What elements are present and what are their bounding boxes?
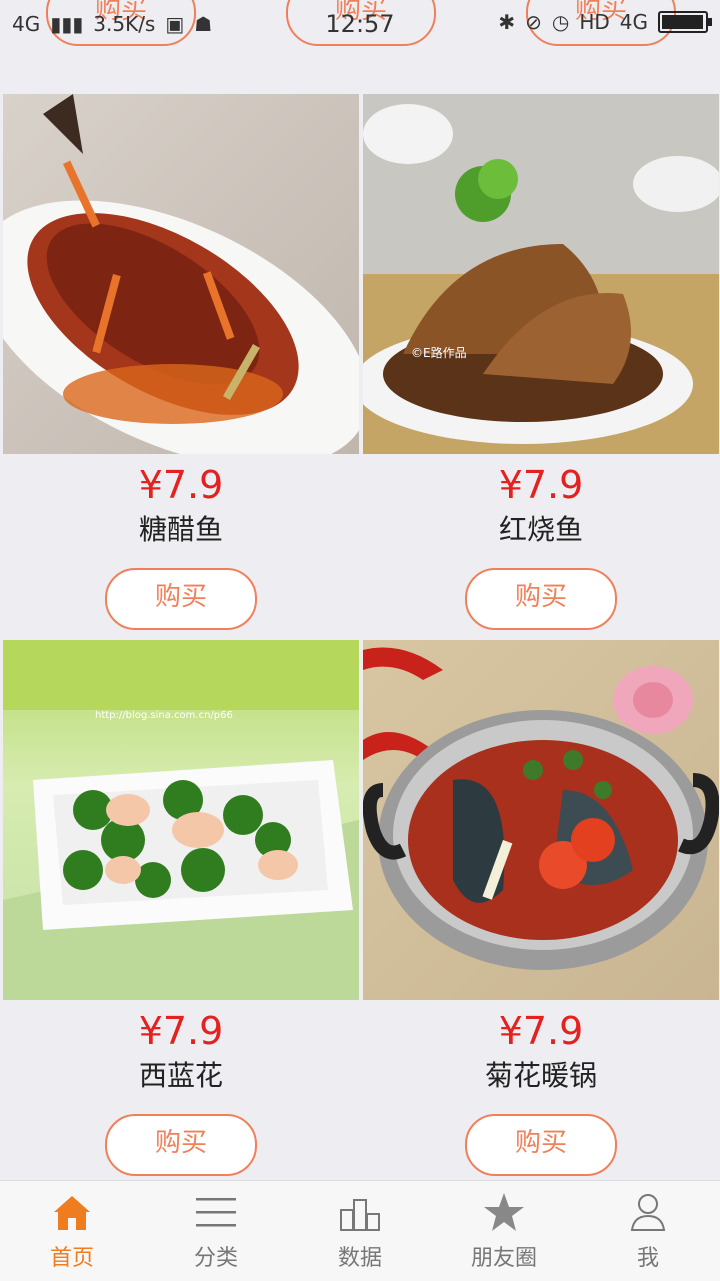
nav-label-data: 数据 — [337, 1246, 382, 1271]
product-photo[interactable] — [363, 640, 719, 1000]
status-bar: 4G ▮▮▮ 3.5K/s ▣ ☗ 12:57 ✱ ⊘ ◷ HD 4G — [0, 0, 720, 50]
buy-button[interactable]: 购买 — [105, 568, 257, 630]
nav-item-friends[interactable]: 朋友圈 — [432, 1181, 576, 1281]
nav-label-me: 我 — [636, 1246, 659, 1271]
product-card[interactable]: http://blog.sina.com.cn/p66 ¥7.9 西蓝花 购买 — [3, 640, 359, 1176]
product-price: ¥7.9 — [498, 1009, 584, 1053]
list-icon — [196, 1198, 236, 1227]
home-icon — [54, 1196, 90, 1230]
product-name: 西蓝花 — [138, 1059, 223, 1092]
product-card[interactable]: ©E路作品 ¥7.9 红烧鱼 购买 — [363, 94, 719, 630]
product-photo[interactable] — [3, 94, 359, 454]
photo-watermark: http://blog.sina.com.cn/p66 — [95, 710, 233, 721]
buy-button[interactable]: 购买 — [105, 1114, 257, 1176]
product-card[interactable]: ¥7.9 菊花暖锅 购买 — [363, 640, 719, 1176]
product-name: 红烧鱼 — [498, 513, 583, 546]
network-right-label: 4G — [619, 10, 648, 34]
product-name: 糖醋鱼 — [138, 513, 223, 546]
buy-button[interactable]: 购买 — [465, 1114, 617, 1176]
bluetooth-icon: ✱ — [498, 10, 516, 34]
alarm-icon: ◷ — [551, 10, 570, 34]
buy-button[interactable]: 购买 — [465, 568, 617, 630]
product-photo[interactable]: ©E路作品 — [363, 94, 719, 454]
nav-label-home: 首页 — [49, 1246, 94, 1271]
nav-label-category: 分类 — [193, 1246, 238, 1271]
mute-icon: ⊘ — [525, 10, 542, 34]
product-card[interactable]: ¥7.9 糖醋鱼 购买 — [3, 94, 359, 630]
product-price: ¥7.9 — [498, 463, 584, 507]
podium-icon — [340, 1199, 380, 1231]
photo-watermark: ©E路作品 — [411, 346, 467, 360]
nav-item-me[interactable]: 我 — [576, 1181, 720, 1281]
product-price: ¥7.9 — [138, 1009, 224, 1053]
product-price: ¥7.9 — [138, 463, 224, 507]
nav-item-data[interactable]: 数据 — [288, 1181, 432, 1281]
star-icon — [484, 1193, 524, 1231]
person-icon — [630, 1194, 666, 1231]
hd-label: HD — [579, 10, 610, 34]
nav-label-friends: 朋友圈 — [470, 1246, 537, 1271]
bottom-nav: 首页 分类 数据 朋友圈 我 — [0, 1180, 720, 1281]
product-photo[interactable]: http://blog.sina.com.cn/p66 — [3, 640, 359, 1000]
nav-item-home[interactable]: 首页 — [0, 1181, 144, 1281]
nav-item-category[interactable]: 分类 — [144, 1181, 288, 1281]
battery-icon — [658, 11, 712, 33]
product-name: 菊花暖锅 — [484, 1059, 597, 1092]
